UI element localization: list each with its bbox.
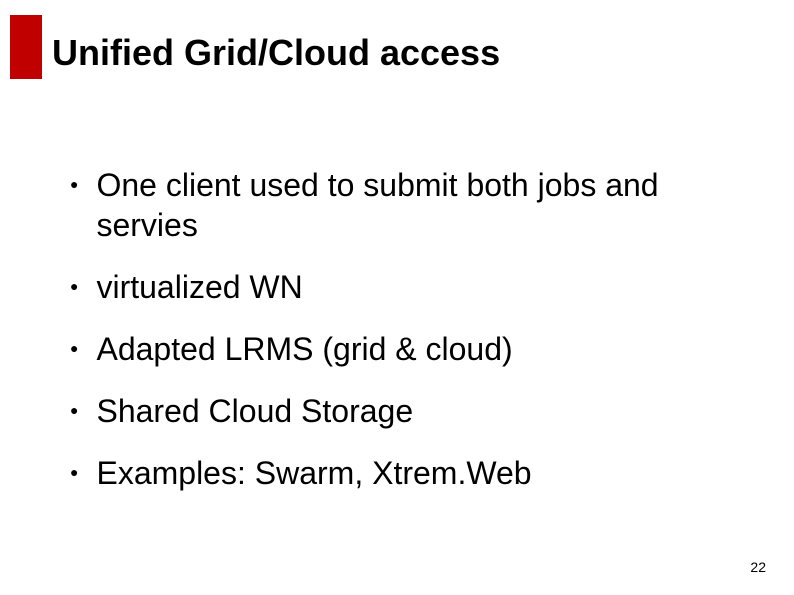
- bullet-icon: ●: [70, 453, 78, 491]
- bullet-icon: ●: [70, 267, 78, 305]
- list-item: ● Shared Cloud Storage: [70, 391, 744, 431]
- bullet-icon: ●: [70, 329, 78, 367]
- bullet-list: ● One client used to submit both jobs an…: [70, 165, 744, 515]
- bullet-icon: ●: [70, 391, 78, 429]
- bullet-text: Shared Cloud Storage: [96, 391, 413, 431]
- slide-title: Unified Grid/Cloud access: [52, 32, 500, 74]
- list-item: ● virtualized WN: [70, 267, 744, 307]
- bullet-icon: ●: [70, 165, 78, 203]
- list-item: ● One client used to submit both jobs an…: [70, 165, 744, 245]
- bullet-text: virtualized WN: [96, 267, 302, 307]
- bullet-text: Adapted LRMS (grid & cloud): [96, 329, 512, 369]
- accent-block: [10, 15, 42, 79]
- bullet-text: One client used to submit both jobs and …: [96, 165, 744, 245]
- list-item: ● Examples: Swarm, Xtrem.Web: [70, 453, 744, 493]
- page-number: 22: [750, 559, 766, 575]
- bullet-text: Examples: Swarm, Xtrem.Web: [96, 453, 531, 493]
- list-item: ● Adapted LRMS (grid & cloud): [70, 329, 744, 369]
